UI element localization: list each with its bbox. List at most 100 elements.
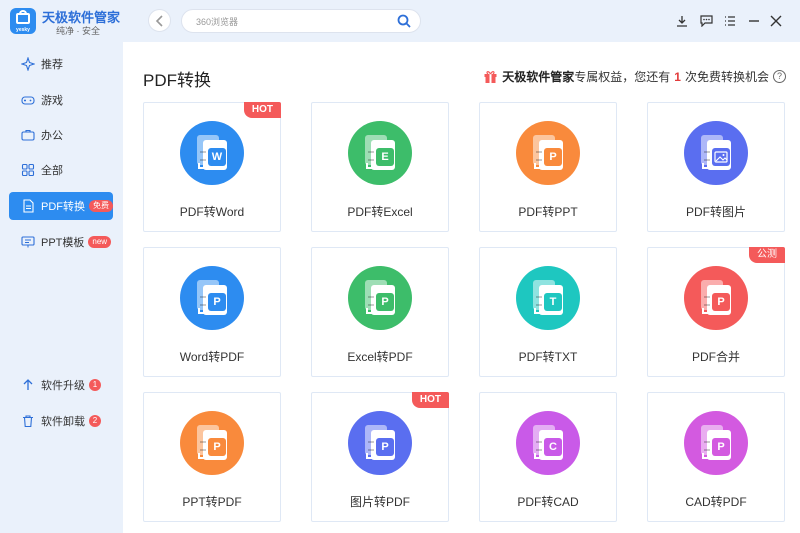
sidebar-item-pdf-convert[interactable]: PDF转换 免费 (9, 192, 113, 220)
tool-card[interactable]: P 图片转PDF HOT (311, 392, 449, 522)
file-type-icon: C (544, 438, 562, 456)
tool-card[interactable]: E PDF转Excel (311, 102, 449, 232)
tool-card[interactable]: P Excel转PDF (311, 247, 449, 377)
tool-card-label: 图片转PDF (349, 495, 410, 509)
tool-card[interactable]: W PDF转Word HOT (143, 102, 281, 232)
message-icon (699, 15, 713, 27)
menu-button[interactable] (721, 12, 739, 30)
sidebar-item-ppt-templates[interactable]: PPT模板 new (9, 228, 113, 256)
tool-card-label: PDF转TXT (518, 350, 578, 364)
sidebar-item-software-uninstall[interactable]: 软件卸载 2 (9, 407, 113, 435)
beta-tag: 公测 (749, 247, 785, 263)
tool-card-label: PDF转Excel (347, 205, 413, 219)
file-type-icon: P (208, 438, 226, 456)
file-type-icon: P (376, 438, 394, 456)
tool-card-label: PDF转CAD (517, 495, 579, 509)
sidebar-item-label: 软件升级 (41, 380, 85, 392)
uninstall-count-badge: 2 (89, 415, 101, 427)
conversion-icon: P (348, 411, 412, 475)
menu-icon (725, 16, 735, 26)
sidebar-item-label: PPT模板 (41, 237, 85, 249)
tool-card[interactable]: P Word转PDF (143, 247, 281, 377)
sidebar-item-label: 推荐 (41, 59, 63, 71)
tool-card[interactable]: PDF转图片 (647, 102, 785, 232)
image-icon (712, 148, 730, 166)
file-type-icon: P (208, 293, 226, 311)
tool-card-label: PDF转图片 (685, 205, 746, 219)
tool-card-label: Word转PDF (179, 350, 245, 364)
main-panel: PDF转换 天极软件管家 专属权益，您还有 1 次免费转换机会 ? W PDF转W… (123, 42, 800, 533)
sidebar: 推荐 游戏 办公 全部 PDF转换 免费 PPT模板 new 软件升级 1 软件… (0, 42, 123, 533)
conversion-icon: P (684, 411, 748, 475)
page-title: PDF转换 (143, 71, 211, 90)
download-icon (677, 16, 687, 27)
minimize-icon (749, 20, 759, 22)
app-slogan: 纯净 · 安全 (56, 26, 100, 36)
sidebar-item-label: 全部 (41, 165, 63, 177)
tool-card-label: Excel转PDF (347, 350, 413, 364)
conversion-icon: P (180, 266, 244, 330)
help-icon[interactable]: ? (773, 70, 786, 83)
brand-name: 天极软件管家 (502, 70, 575, 84)
sidebar-item-recommend[interactable]: 推荐 (9, 50, 113, 78)
conversion-icon: C (516, 411, 580, 475)
conversion-icon (684, 121, 748, 185)
tool-card[interactable]: C PDF转CAD (479, 392, 617, 522)
close-icon (770, 15, 782, 27)
new-badge: new (88, 236, 112, 248)
arrow-up-icon (23, 379, 33, 390)
sidebar-item-all[interactable]: 全部 (9, 156, 113, 184)
sidebar-item-label: 办公 (41, 130, 63, 142)
sidebar-item-label: 软件卸载 (41, 416, 85, 428)
back-button[interactable] (148, 9, 171, 32)
file-type-icon: E (376, 148, 394, 166)
conversion-icon: E (348, 121, 412, 185)
conversion-icon: W (180, 121, 244, 185)
file-type-icon: P (712, 438, 730, 456)
search-box[interactable] (181, 9, 421, 33)
briefcase-icon (21, 129, 35, 141)
tool-card-label: CAD转PDF (685, 495, 747, 509)
hot-tag: HOT (243, 102, 281, 118)
search-icon[interactable] (396, 13, 412, 29)
rights-text-suffix: 次免费转换机会 (684, 70, 769, 84)
file-type-icon: P (376, 293, 394, 311)
tool-card-label: PDF转Word (179, 205, 245, 219)
trash-icon (23, 415, 33, 428)
app-logo: yesky (10, 8, 36, 34)
gift-icon (484, 71, 497, 83)
conversion-icon: P (516, 121, 580, 185)
sidebar-item-label: PDF转换 (41, 201, 85, 213)
download-button[interactable] (673, 12, 691, 30)
rights-text: 专属权益，您还有 (574, 70, 671, 84)
presentation-icon (21, 236, 35, 248)
title-bar: yesky 天极软件管家 纯净 · 安全 (0, 0, 800, 42)
tool-card[interactable]: P PDF合并 公测 (647, 247, 785, 377)
file-type-icon: P (712, 293, 730, 311)
free-count: 1 (674, 69, 681, 84)
gamepad-icon (21, 96, 35, 105)
hot-tag: HOT (411, 392, 449, 408)
conversion-icon: P (348, 266, 412, 330)
search-input[interactable] (196, 14, 386, 30)
upgrade-count-badge: 1 (89, 379, 101, 391)
file-type-icon: P (544, 148, 562, 166)
sidebar-item-games[interactable]: 游戏 (9, 86, 113, 114)
file-type-icon: W (208, 148, 226, 166)
sparkle-icon (21, 57, 35, 71)
rights-banner: 天极软件管家 专属权益，您还有 1 次免费转换机会 ? (483, 68, 786, 85)
conversion-icon: T (516, 266, 580, 330)
sidebar-item-office[interactable]: 办公 (9, 121, 113, 149)
sidebar-item-software-upgrade[interactable]: 软件升级 1 (9, 371, 113, 399)
tool-card[interactable]: T PDF转TXT (479, 247, 617, 377)
free-badge: 免费 (89, 200, 113, 212)
tool-card[interactable]: P PPT转PDF (143, 392, 281, 522)
tool-card[interactable]: P PDF转PPT (479, 102, 617, 232)
close-button[interactable] (767, 12, 785, 30)
tool-card[interactable]: P CAD转PDF (647, 392, 785, 522)
conversion-icon: P (684, 266, 748, 330)
feedback-button[interactable] (697, 12, 715, 30)
conversion-icon: P (180, 411, 244, 475)
minimize-button[interactable] (745, 12, 763, 30)
chevron-left-icon (155, 14, 163, 27)
